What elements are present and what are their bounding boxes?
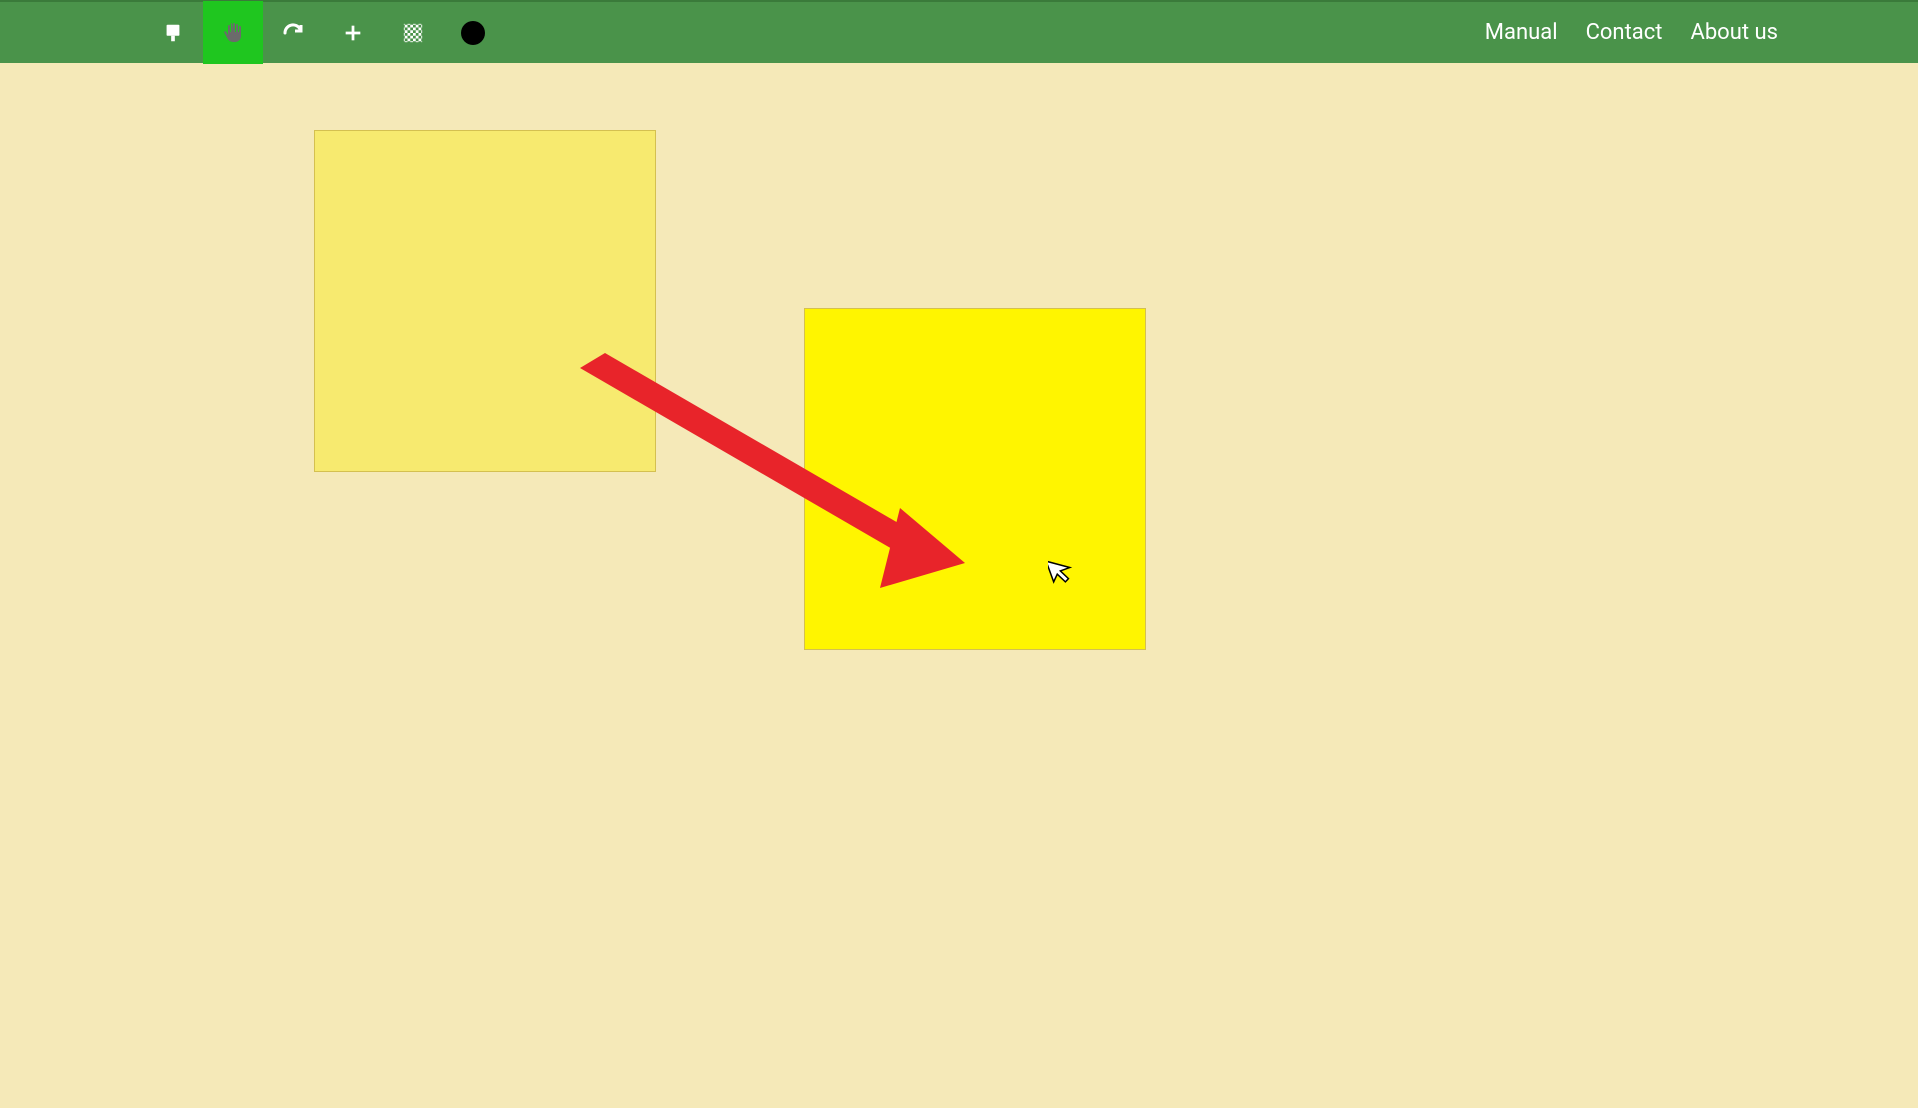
move-tool-button[interactable] (203, 1, 263, 64)
brush-icon (162, 22, 184, 44)
canvas-shape[interactable] (314, 130, 656, 472)
brush-tool-button[interactable] (143, 1, 203, 64)
canvas[interactable] (0, 63, 1918, 1108)
toolbar-tools (0, 2, 485, 63)
hand-icon (221, 21, 245, 45)
rotate-tool-button[interactable] (263, 1, 323, 64)
transparency-tool-button[interactable] (383, 1, 443, 64)
toolbar: Manual Contact About us (0, 0, 1918, 63)
rotate-icon (281, 21, 305, 45)
plus-icon (342, 22, 364, 44)
transparency-icon (402, 22, 424, 44)
nav-contact[interactable]: Contact (1586, 20, 1663, 45)
toolbar-nav: Manual Contact About us (1485, 20, 1918, 45)
nav-about[interactable]: About us (1690, 20, 1778, 45)
color-picker[interactable] (461, 21, 485, 45)
nav-manual[interactable]: Manual (1485, 20, 1558, 45)
add-tool-button[interactable] (323, 1, 383, 64)
canvas-shape[interactable] (804, 308, 1146, 650)
